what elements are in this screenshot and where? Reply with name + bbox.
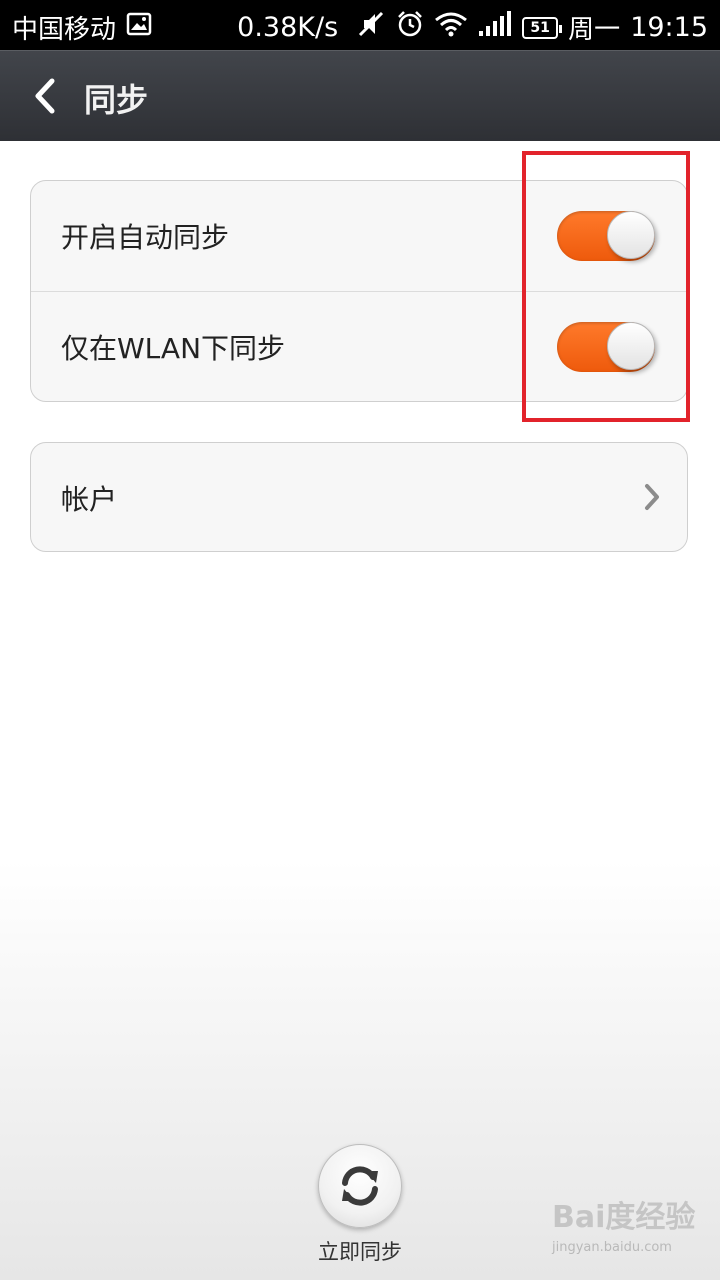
account-row[interactable]: 帐户 xyxy=(31,443,687,551)
status-bar: 中国移动 0.38K/s 51 周一 19:15 xyxy=(0,0,720,50)
account-group: 帐户 xyxy=(30,442,688,552)
sync-now-button[interactable] xyxy=(318,1144,402,1228)
auto-sync-label: 开启自动同步 xyxy=(61,221,230,254)
sync-icon xyxy=(342,1166,378,1206)
watermark-main: Bai度经验 xyxy=(552,1200,696,1235)
back-chevron-icon xyxy=(35,78,55,114)
watermark-sub: jingyan.baidu.com xyxy=(552,1240,672,1255)
highlight-box xyxy=(522,151,690,422)
image-icon xyxy=(126,12,152,43)
page-title: 同步 xyxy=(84,81,149,119)
alarm-icon xyxy=(396,10,424,45)
carrier-name: 中国移动 xyxy=(12,15,117,45)
mute-icon xyxy=(356,10,386,45)
battery-level: 51 xyxy=(530,19,550,36)
wlan-only-sync-label: 仅在WLAN下同步 xyxy=(61,331,286,365)
baidu-watermark: Bai度经验 jingyan.baidu.com xyxy=(552,1192,712,1272)
back-button[interactable] xyxy=(22,73,68,119)
action-bar: 同步 xyxy=(0,50,720,141)
battery-icon: 51 xyxy=(522,16,563,39)
signal-icon xyxy=(478,11,512,44)
weekday: 周一 xyxy=(568,15,621,45)
wifi-icon xyxy=(434,11,468,44)
network-speed: 0.38K/s xyxy=(237,12,339,43)
chevron-right-icon xyxy=(643,483,661,518)
account-label: 帐户 xyxy=(61,483,118,516)
clock: 19:15 xyxy=(630,12,708,43)
